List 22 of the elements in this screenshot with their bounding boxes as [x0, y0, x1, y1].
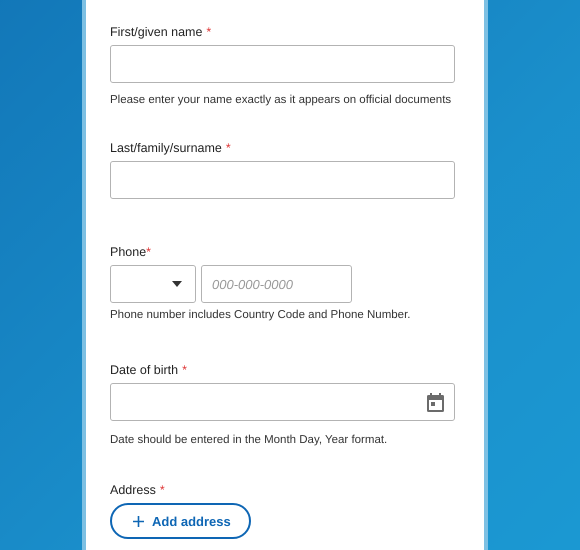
add-address-button[interactable]: Add address: [110, 503, 251, 539]
country-code-dropdown[interactable]: [110, 265, 196, 303]
required-mark: *: [160, 483, 165, 497]
hint-text: Phone number includes Country Code and Phone Number.: [110, 308, 412, 322]
phone-field[interactable]: 000-000-0000: [201, 265, 352, 303]
text-field[interactable]: [110, 161, 455, 199]
dropdown-icon: [172, 281, 182, 287]
hint-text: Please enter your name exactly as it appears on official documents: [110, 93, 452, 107]
field-label: Last/family/surname: [110, 141, 222, 155]
field-label: First/given name: [110, 25, 202, 39]
required-mark: *: [206, 25, 212, 39]
text-field[interactable]: [110, 45, 455, 83]
date-field[interactable]: [110, 383, 455, 421]
required-mark: *: [182, 363, 187, 377]
field-label: Address: [110, 483, 156, 497]
required-mark: *: [146, 245, 152, 259]
hint-text: Date should be entered in the Month Day, Year format.: [110, 433, 388, 447]
required-mark: *: [226, 141, 231, 155]
field-label: Date of birth: [110, 363, 178, 377]
calendar-icon[interactable]: [427, 392, 444, 412]
field-label: Phone: [110, 245, 146, 259]
plus-icon: [133, 516, 144, 526]
